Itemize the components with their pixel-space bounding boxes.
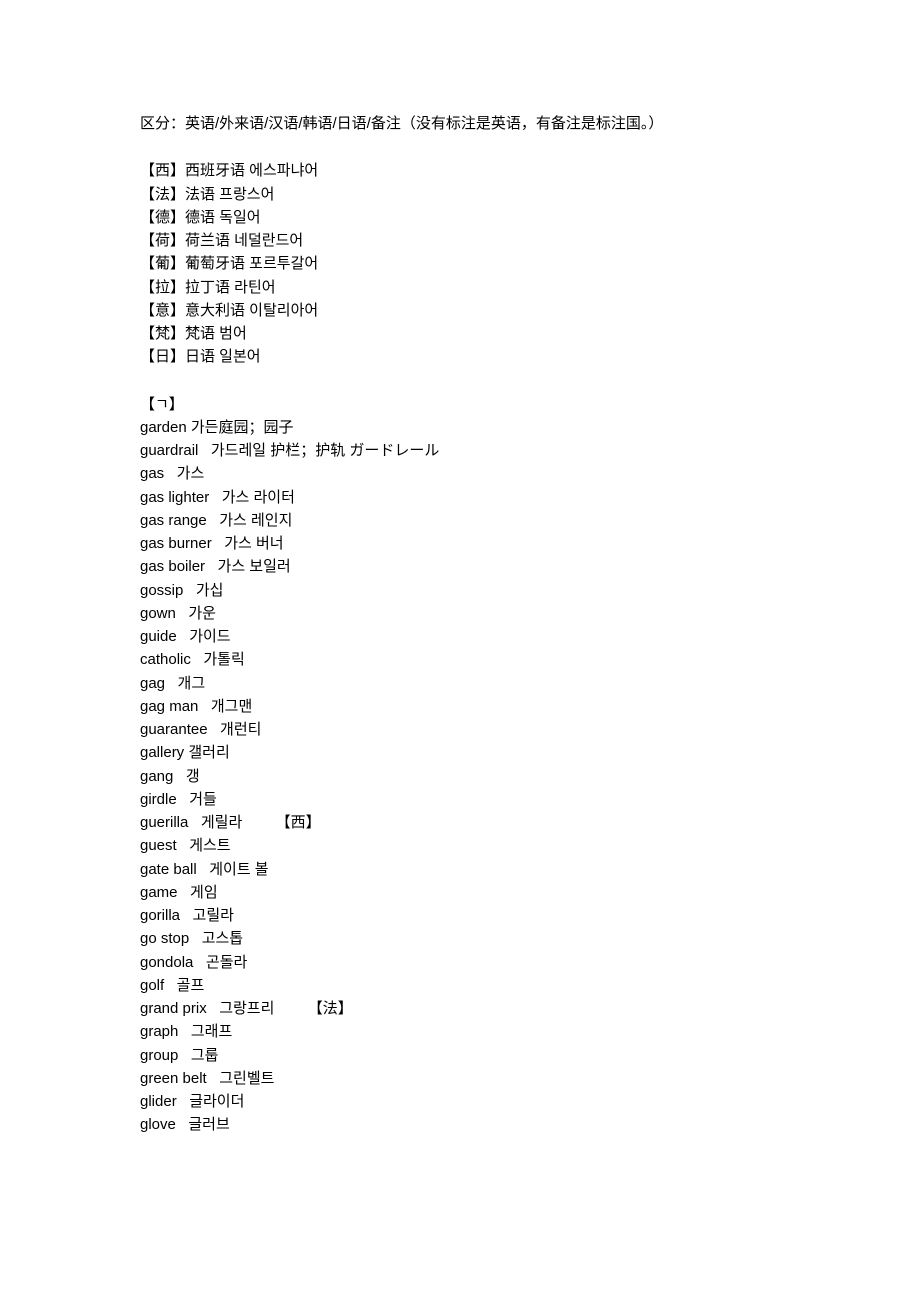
vocab-entry: gas lighter 가스 라이터: [140, 486, 780, 509]
vocab-entry: grand prix 그랑프리 【法】: [140, 997, 780, 1020]
vocab-entry: glove 글러브: [140, 1113, 780, 1136]
vocab-entry: gang 갱: [140, 765, 780, 788]
vocab-entry: game 게임: [140, 881, 780, 904]
legend-item: 【荷】荷兰语 네덜란드어: [140, 229, 780, 252]
vocab-entry: gag 개그: [140, 672, 780, 695]
legend-item: 【西】西班牙语 에스파냐어: [140, 159, 780, 182]
legend-item: 【拉】拉丁语 라틴어: [140, 276, 780, 299]
vocab-entry: guest 게스트: [140, 834, 780, 857]
legend-item: 【德】德语 독일어: [140, 206, 780, 229]
vocab-entry: guide 가이드: [140, 625, 780, 648]
vocab-entry: gas 가스: [140, 462, 780, 485]
vocab-entry: gondola 곤돌라: [140, 951, 780, 974]
vocab-entry: gallery 갤러리: [140, 741, 780, 764]
vocab-entry: guardrail 가드레일 护栏；护轨 ガードレール: [140, 439, 780, 462]
entries-block: garden 가든庭园；园子 guardrail 가드레일 护栏；护轨 ガードレ…: [140, 416, 780, 1137]
vocab-entry: gas range 가스 레인지: [140, 509, 780, 532]
legend-item: 【梵】梵语 범어: [140, 322, 780, 345]
legend-item: 【葡】葡萄牙语 포르투갈어: [140, 252, 780, 275]
vocab-entry: golf 골프: [140, 974, 780, 997]
vocab-entry: guerilla 게릴라 【西】: [140, 811, 780, 834]
legend-item: 【意】意大利语 이탈리아어: [140, 299, 780, 322]
vocab-entry: gag man 개그맨: [140, 695, 780, 718]
vocab-entry: gorilla 고릴라: [140, 904, 780, 927]
header-line: 区分：英语/外来语/汉语/韩语/日语/备注（没有标注是英语，有备注是标注国。）: [140, 112, 780, 135]
vocab-entry: gas burner 가스 버너: [140, 532, 780, 555]
vocab-entry: gossip 가십: [140, 579, 780, 602]
vocab-entry: group 그룹: [140, 1044, 780, 1067]
vocab-entry: girdle 거들: [140, 788, 780, 811]
section-label: 【ㄱ】: [140, 393, 780, 416]
legend-block: 【西】西班牙语 에스파냐어 【法】法语 프랑스어 【德】德语 독일어 【荷】荷兰…: [140, 159, 780, 368]
vocab-entry: gas boiler 가스 보일러: [140, 555, 780, 578]
vocab-entry: green belt 그린벨트: [140, 1067, 780, 1090]
vocab-entry: go stop 고스톱: [140, 927, 780, 950]
document-page: 区分：英语/外来语/汉语/韩语/日语/备注（没有标注是英语，有备注是标注国。） …: [0, 0, 920, 1302]
vocab-entry: graph 그래프: [140, 1020, 780, 1043]
vocab-entry: guarantee 개런티: [140, 718, 780, 741]
vocab-entry: gown 가운: [140, 602, 780, 625]
vocab-entry: gate ball 게이트 볼: [140, 858, 780, 881]
vocab-entry: catholic 가톨릭: [140, 648, 780, 671]
legend-item: 【日】日语 일본어: [140, 345, 780, 368]
legend-item: 【法】法语 프랑스어: [140, 183, 780, 206]
vocab-entry: glider 글라이더: [140, 1090, 780, 1113]
vocab-entry: garden 가든庭园；园子: [140, 416, 780, 439]
